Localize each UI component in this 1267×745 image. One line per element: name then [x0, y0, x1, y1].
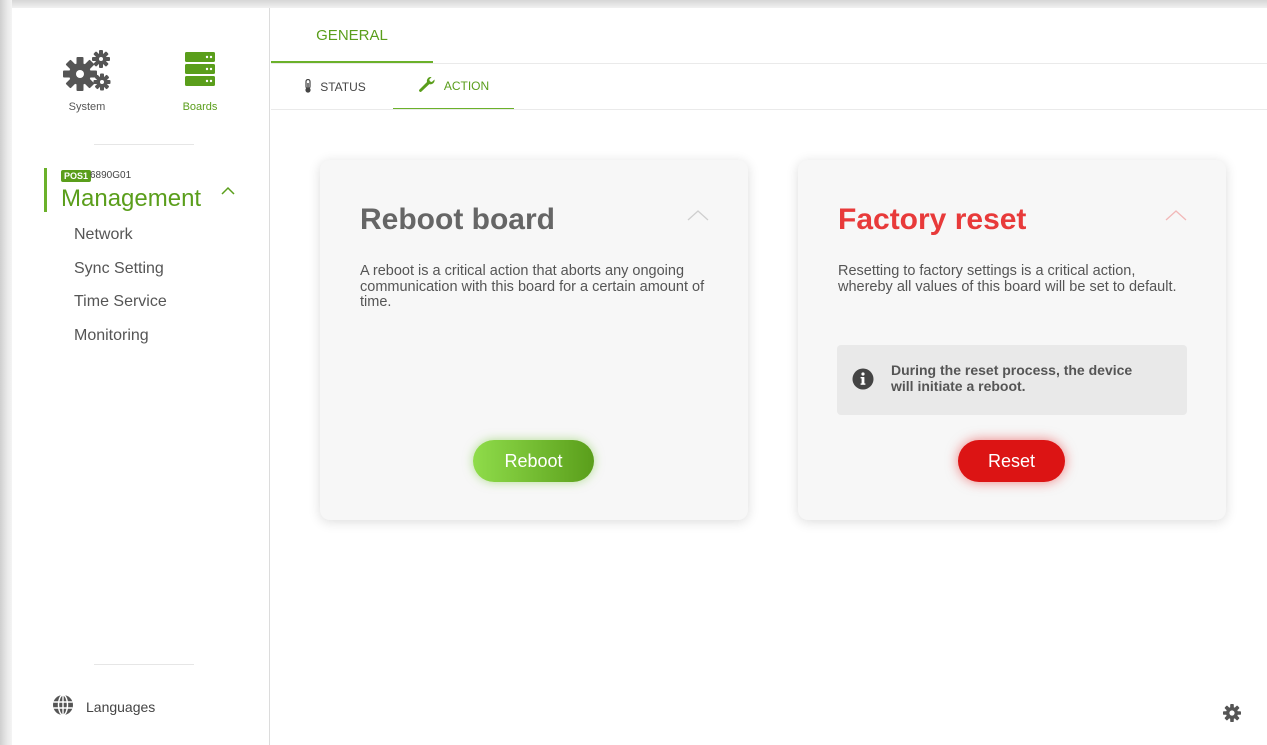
subtab-status[interactable]: STATUS: [285, 64, 385, 110]
menu-item-monitoring[interactable]: Monitoring: [74, 325, 167, 359]
server-stack-icon: [182, 52, 218, 96]
window-top-edge: [0, 0, 1267, 8]
subtab-status-label: STATUS: [320, 80, 366, 94]
management-section-header[interactable]: POS1 6890G01 Management: [44, 168, 264, 212]
reset-button[interactable]: Reset: [958, 440, 1065, 482]
main-content: GENERAL STATUS ACTION Reboot board A reb…: [271, 8, 1267, 745]
subtab-action-label: ACTION: [443, 79, 490, 93]
app-window: System Boards POS1 6890G01 Management Ne…: [12, 8, 1267, 745]
chevron-up-icon[interactable]: [686, 208, 710, 227]
reset-info-box: During the reset process, the device wil…: [837, 345, 1187, 415]
reboot-card-title: Reboot board: [360, 203, 555, 236]
subtab-action[interactable]: ACTION: [393, 64, 514, 110]
chevron-up-icon[interactable]: [1164, 208, 1188, 227]
sidebar-top-icons: System Boards: [12, 8, 270, 118]
tab-general[interactable]: GENERAL: [271, 8, 433, 64]
reboot-card-description: A reboot is a critical action that abort…: [360, 263, 705, 310]
languages-button[interactable]: Languages: [52, 693, 156, 721]
management-title: Management: [61, 185, 202, 212]
sidebar-bottom-divider: [94, 664, 194, 665]
factory-reset-card-title: Factory reset: [838, 203, 1027, 236]
board-id: 6890G01: [90, 170, 132, 181]
globe-icon: [52, 693, 74, 721]
pos-badge: POS1: [61, 170, 92, 182]
management-menu: Network Sync Setting Time Service Monito…: [74, 224, 167, 358]
active-indicator: [44, 168, 47, 212]
sidebar-divider: [94, 144, 194, 145]
menu-item-network[interactable]: Network: [74, 224, 167, 258]
factory-reset-card: Factory reset Resetting to factory setti…: [798, 160, 1226, 520]
menu-item-time-service[interactable]: Time Service: [74, 291, 167, 325]
window-left-edge: [0, 0, 12, 745]
info-circle-icon: [852, 368, 874, 395]
system-label: System: [68, 101, 106, 113]
system-nav-button[interactable]: System: [42, 46, 132, 113]
wrench-icon: [418, 76, 444, 96]
factory-reset-card-description: Resetting to factory settings is a criti…: [838, 263, 1177, 295]
boards-label: Boards: [182, 101, 218, 113]
gear-icon[interactable]: [1222, 703, 1242, 728]
languages-label: Languages: [86, 699, 156, 715]
reboot-card: Reboot board A reboot is a critical acti…: [320, 160, 748, 520]
gears-icon: [56, 50, 118, 96]
boards-nav-button[interactable]: Boards: [155, 46, 245, 113]
reset-info-text: During the reset process, the device wil…: [891, 362, 1133, 394]
menu-item-sync-setting[interactable]: Sync Setting: [74, 258, 167, 292]
reboot-button[interactable]: Reboot: [473, 440, 594, 482]
subtabs-divider: [271, 109, 1267, 110]
chevron-up-icon[interactable]: [220, 184, 236, 202]
sidebar: System Boards POS1 6890G01 Management Ne…: [12, 8, 270, 745]
thermometer-icon: [304, 78, 320, 96]
